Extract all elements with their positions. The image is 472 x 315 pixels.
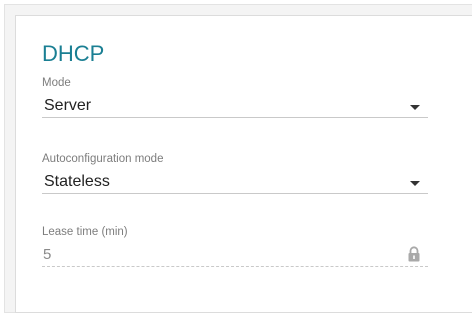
lease-time-value: 5 <box>43 246 52 263</box>
chevron-down-icon <box>410 181 420 186</box>
autoconfig-label: Autoconfiguration mode <box>42 153 164 165</box>
mode-select[interactable]: Server <box>42 89 428 118</box>
section-title: DHCP <box>42 41 105 66</box>
autoconfig-value: Stateless <box>44 173 110 190</box>
dhcp-card: DHCP Mode Server Autoconfiguration mode … <box>15 15 472 313</box>
chevron-down-icon <box>410 105 420 110</box>
lease-time-input: 5 <box>42 238 428 267</box>
lease-time-label: Lease time (min) <box>42 226 128 238</box>
mode-field: Mode Server <box>42 77 428 118</box>
mode-value: Server <box>44 97 92 114</box>
lock-icon <box>408 246 420 262</box>
mode-label: Mode <box>42 77 71 89</box>
panel-frame: DHCP Mode Server Autoconfiguration mode … <box>4 4 472 313</box>
lease-time-field: Lease time (min) 5 <box>42 226 428 267</box>
autoconfig-field: Autoconfiguration mode Stateless <box>42 153 428 194</box>
autoconfig-select[interactable]: Stateless <box>42 165 428 194</box>
